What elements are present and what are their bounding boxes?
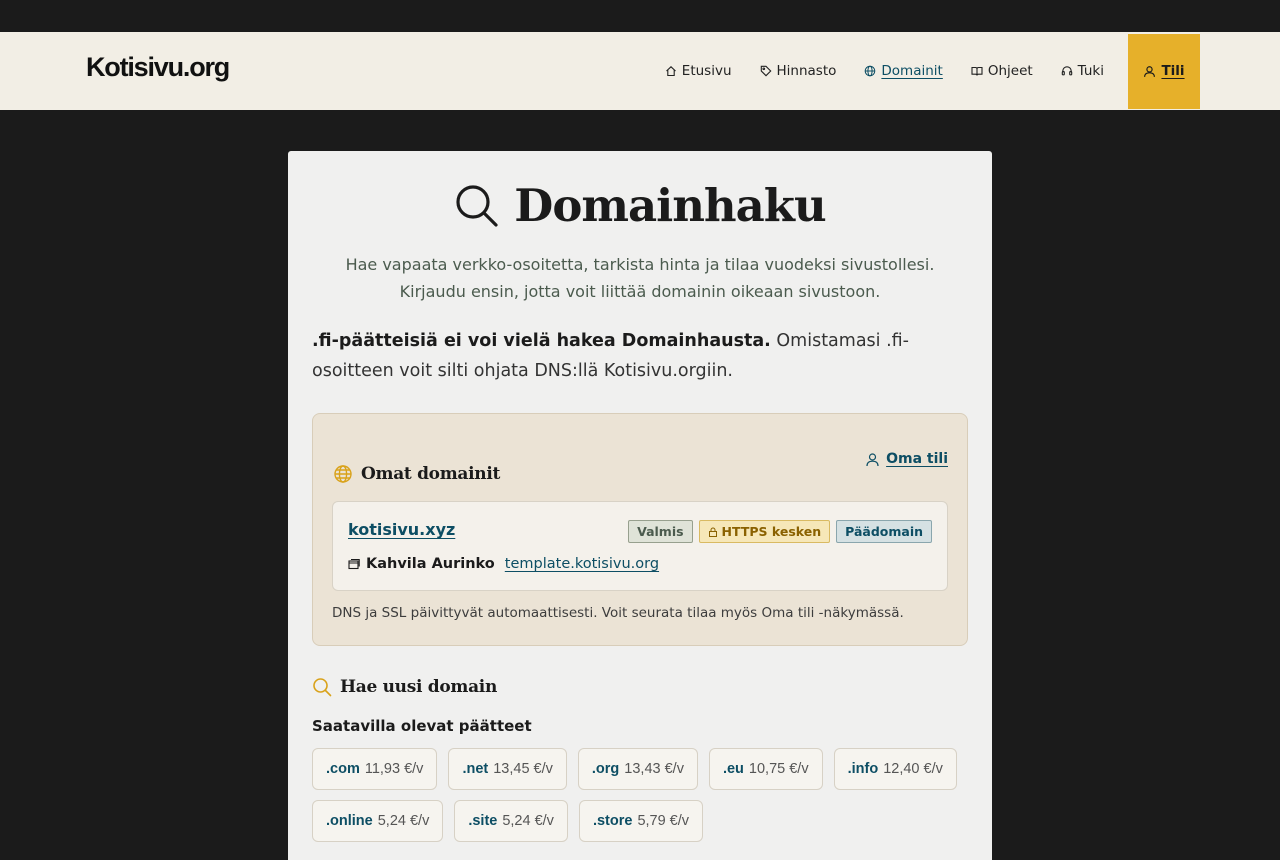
fi-notice: .fi-päätteisiä ei voi vielä hakea Domain…: [312, 326, 972, 386]
globe-icon: [865, 65, 876, 77]
own-domains-note: DNS ja SSL päivittyvät automaattisesti. …: [332, 605, 904, 621]
tld-option[interactable]: .site 5,24 €/v: [454, 800, 568, 842]
linked-site-name: Kahvila Aurinko: [366, 556, 495, 572]
top-dark-bar: [0, 0, 1280, 32]
own-domains-panel: Omat domainit Oma tili kotisivu.xyz Valm…: [312, 413, 968, 646]
tld-option[interactable]: .org 13,43 €/v: [577, 748, 698, 790]
user-icon: [866, 452, 879, 466]
account-label: Tili: [1161, 63, 1185, 79]
new-domain-title: Hae uusi domain: [340, 677, 498, 697]
nav-label: Ohjeet: [987, 63, 1033, 79]
nav-label: Etusivu: [681, 63, 732, 79]
nav-item-support[interactable]: Tuki: [1061, 63, 1104, 79]
tld-ext: .net: [462, 761, 489, 777]
book-icon: [971, 66, 983, 76]
tld-price: 13,43 €/v: [624, 761, 684, 777]
tld-option[interactable]: .com 11,93 €/v: [312, 748, 438, 790]
nav-item-home[interactable]: Etusivu: [665, 63, 732, 79]
tld-ext: .org: [591, 761, 620, 777]
linked-site-row: Kahvila Aurinko template.kotisivu.org: [348, 556, 659, 572]
tld-ext: .eu: [722, 761, 744, 777]
search-icon: [313, 678, 332, 697]
domain-search-card: Domainhaku Hae vapaata verkko-osoitetta,…: [288, 151, 992, 860]
window-icon: [348, 558, 360, 570]
nav-item-guides[interactable]: Ohjeet: [971, 63, 1033, 79]
headset-icon: [1061, 66, 1072, 76]
search-icon: [456, 184, 498, 227]
account-button[interactable]: Tili: [1128, 33, 1200, 109]
lock-icon: [708, 527, 717, 537]
tag-icon: [760, 65, 771, 77]
user-icon: [1144, 65, 1156, 77]
tld-option[interactable]: .eu 10,75 €/v: [708, 748, 823, 790]
own-domains-header: Omat domainit: [333, 464, 500, 484]
tld-price: 11,93 €/v: [364, 761, 424, 777]
main-nav: Etusivu Hinnasto Domainit Ohjeet Tuki Ti…: [637, 32, 1200, 110]
page-title: Domainhaku: [514, 179, 826, 232]
globe-icon: [334, 465, 352, 483]
tld-price: 5,24 €/v: [502, 813, 554, 829]
tld-list: .com 11,93 €/v .net 13,45 €/v .org 13,43 €/…: [312, 748, 972, 842]
nav-item-domains[interactable]: Domainit: [864, 63, 943, 79]
home-icon: [665, 66, 676, 77]
site-header: Kotisivu.org Etusivu Hinnasto Domainit O…: [0, 32, 1280, 110]
own-account-label: Oma tili: [886, 451, 948, 467]
tld-price: 13,45 €/v: [493, 761, 553, 777]
badge-label: Päädomain: [845, 524, 923, 539]
fi-notice-bold: .fi-päätteisiä ei voi vielä hakea Domain…: [312, 331, 771, 351]
own-account-link[interactable]: Oma tili: [865, 451, 948, 467]
tld-price: 12,40 €/v: [883, 761, 943, 777]
status-badge-https: HTTPS kesken: [698, 520, 831, 543]
page-title-row: Domainhaku: [288, 179, 992, 232]
site-logo[interactable]: Kotisivu.org: [86, 52, 230, 83]
status-badge-main: Päädomain: [836, 520, 932, 543]
tld-ext: .com: [326, 761, 360, 777]
available-tlds-label: Saatavilla olevat päätteet: [312, 717, 532, 735]
tld-option[interactable]: .online 5,24 €/v: [312, 800, 444, 842]
nav-label: Domainit: [881, 63, 943, 79]
own-domains-title: Omat domainit: [361, 464, 501, 484]
tld-ext: .store: [592, 813, 633, 829]
tld-price: 10,75 €/v: [748, 761, 809, 777]
tld-option[interactable]: .store 5,79 €/v: [578, 800, 704, 842]
new-domain-header: Hae uusi domain: [312, 677, 497, 697]
tld-option[interactable]: .info 12,40 €/v: [833, 748, 957, 790]
tld-ext: .site: [468, 813, 498, 829]
nav-label: Tuki: [1077, 63, 1104, 79]
badge-label: Valmis: [637, 524, 684, 539]
domain-item: kotisivu.xyz Valmis HTTPS kesken Päädoma…: [332, 501, 948, 591]
tld-option[interactable]: .net 13,45 €/v: [448, 748, 567, 790]
badge-label: HTTPS kesken: [721, 524, 822, 539]
domain-name-link[interactable]: kotisivu.xyz: [348, 520, 455, 539]
tld-ext: .online: [326, 813, 373, 829]
tld-price: 5,24 €/v: [377, 813, 430, 829]
tld-price: 5,79 €/v: [637, 813, 690, 829]
tld-ext: .info: [847, 761, 879, 777]
linked-site-url[interactable]: template.kotisivu.org: [505, 556, 659, 572]
nav-item-pricing[interactable]: Hinnasto: [760, 63, 837, 79]
domain-badges: Valmis HTTPS kesken Päädomain: [628, 520, 932, 543]
nav-label: Hinnasto: [776, 63, 837, 79]
status-badge-ready: Valmis: [628, 520, 693, 543]
page-subtitle: Hae vapaata verkko-osoitetta, tarkista h…: [345, 255, 935, 301]
